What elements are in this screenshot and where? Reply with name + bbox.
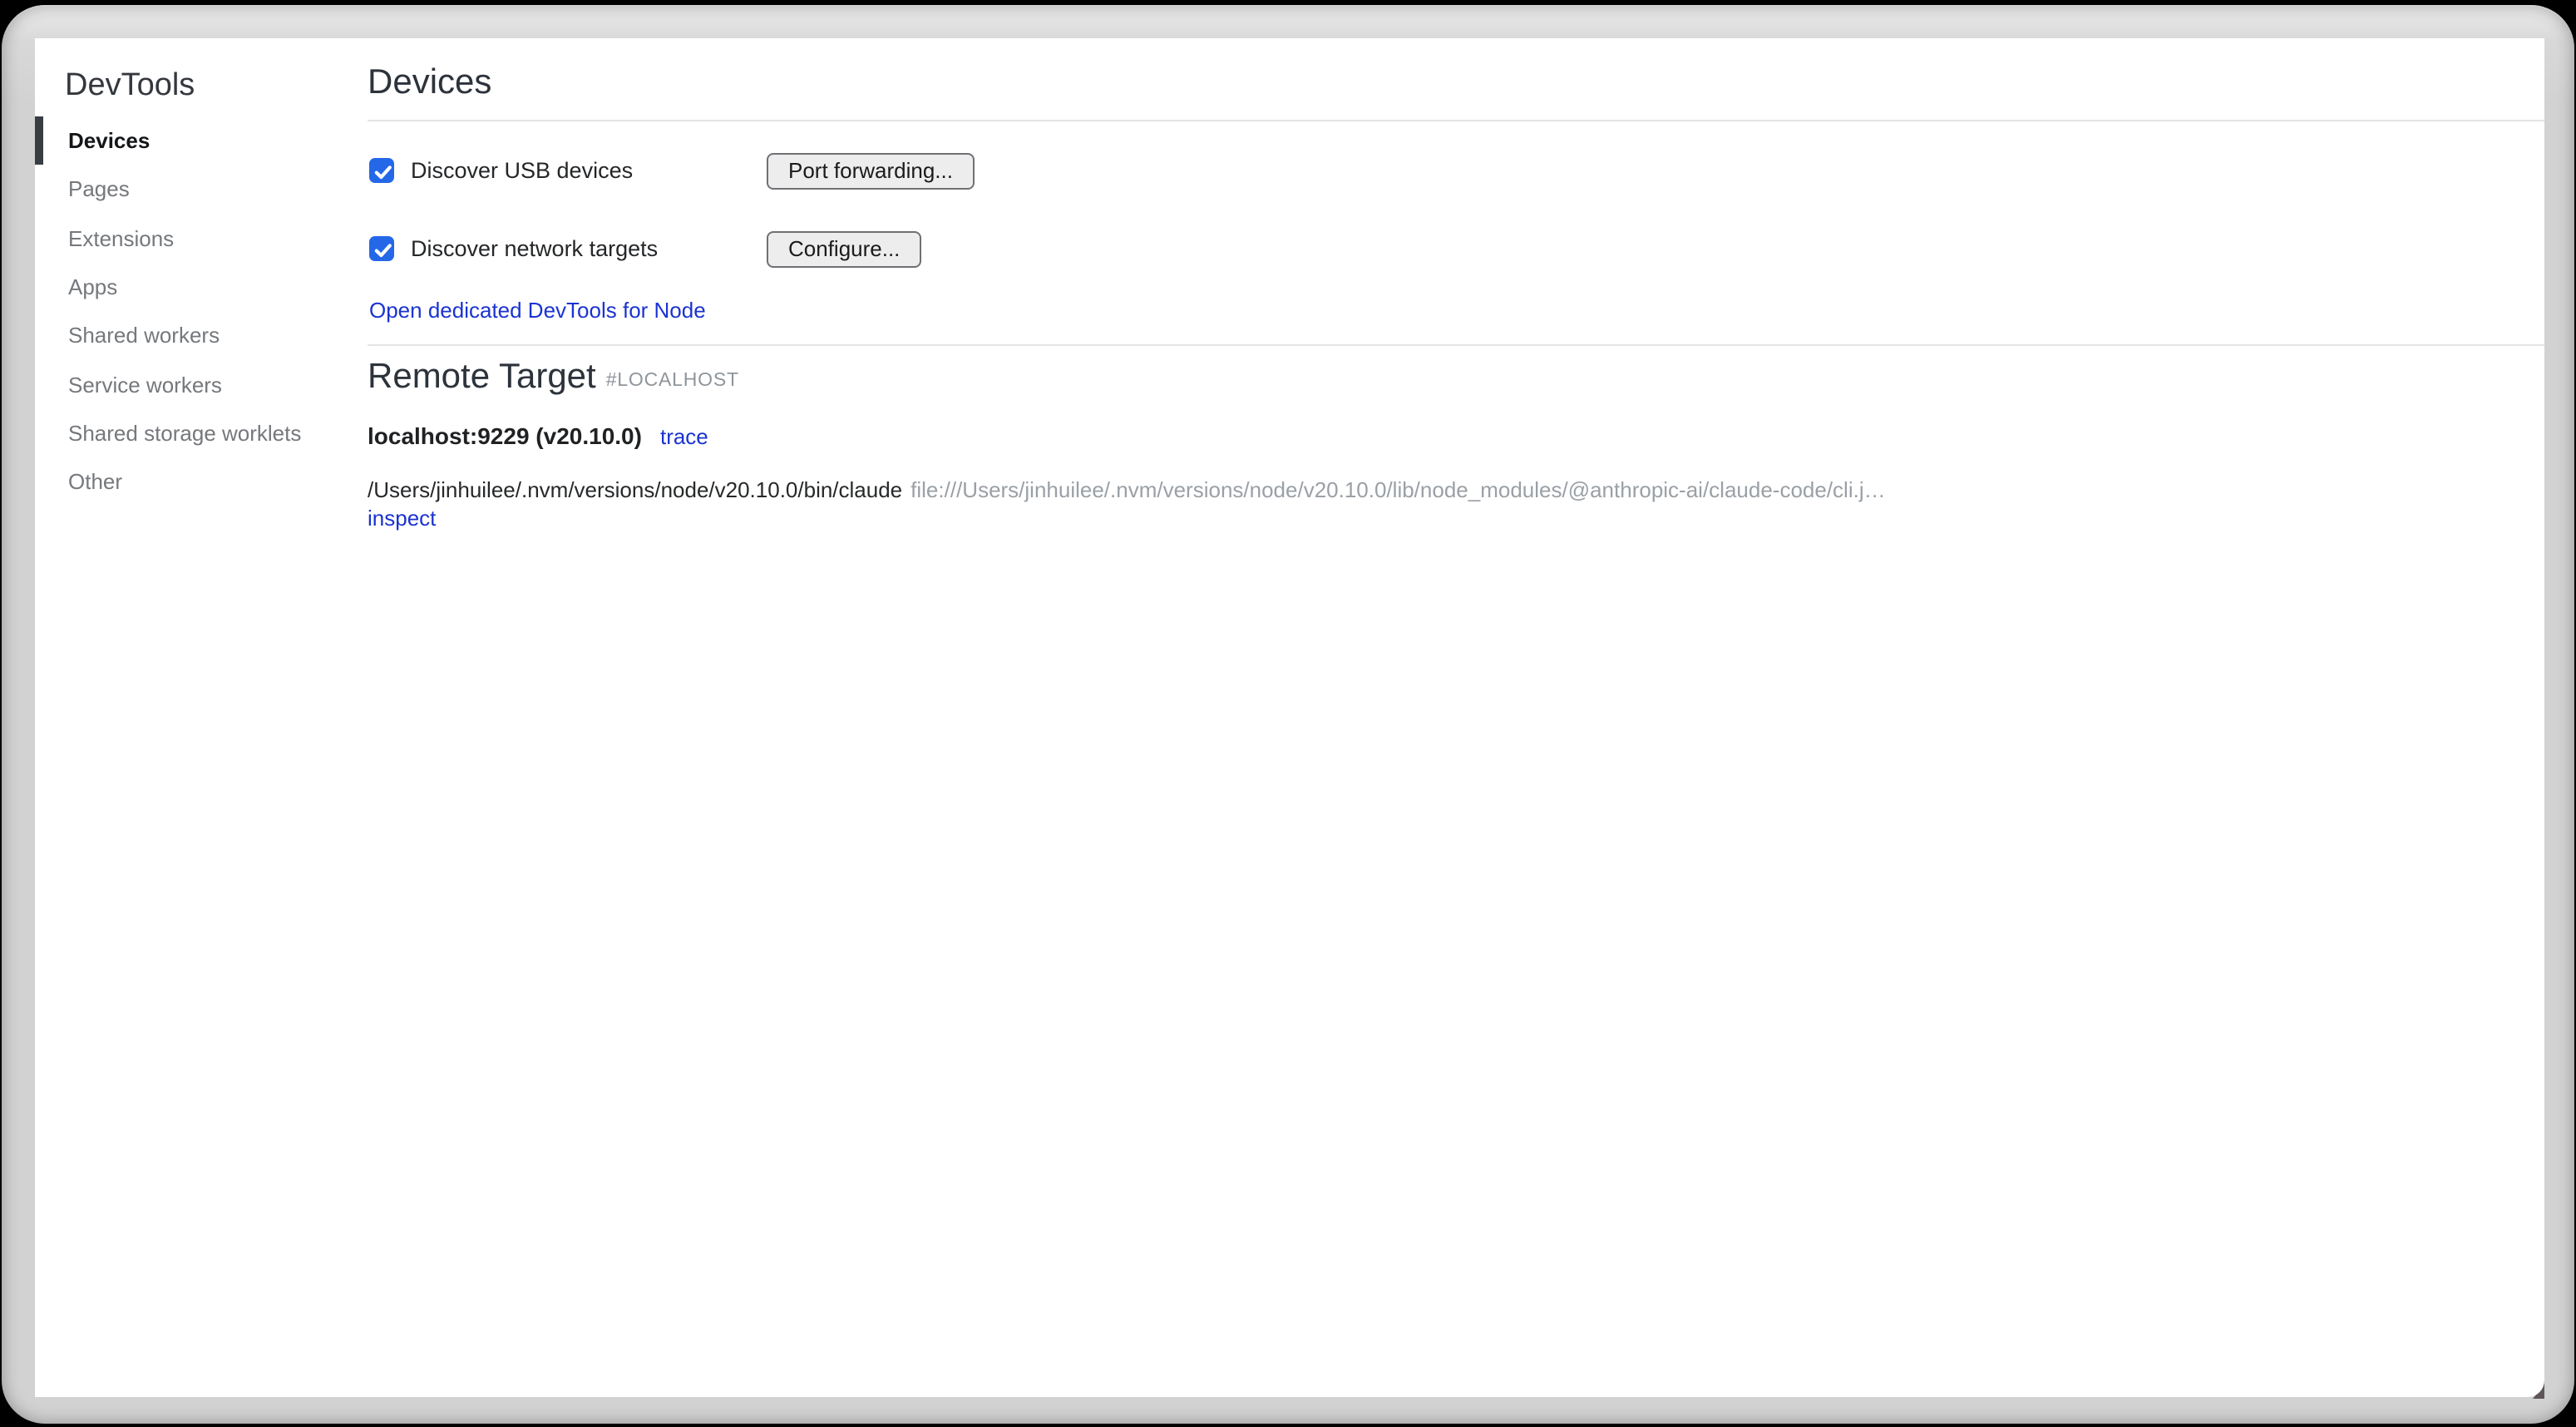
- sidebar: DevTools Devices Pages Extensions: [35, 38, 368, 1397]
- sidebar-nav: Devices Pages Extensions Apps: [35, 116, 368, 507]
- inspect-devices-page: DevTools Devices Pages Extensions: [35, 38, 2544, 1397]
- sidebar-item-devices[interactable]: Devices: [35, 116, 368, 165]
- target-name: localhost:9229 (v20.10.0): [368, 422, 642, 449]
- checkmark-icon: [371, 237, 396, 262]
- port-forwarding-button[interactable]: Port forwarding...: [767, 152, 975, 189]
- checkmark-icon: [371, 159, 396, 184]
- open-node-devtools-link[interactable]: Open dedicated DevTools for Node: [369, 298, 706, 323]
- discover-usb-label: Discover USB devices: [411, 157, 633, 182]
- discover-network-label: Discover network targets: [411, 235, 658, 260]
- sidebar-item-apps[interactable]: Apps: [35, 263, 368, 312]
- sidebar-item-pages[interactable]: Pages: [35, 165, 368, 215]
- macos-window-frame: DevTools Devices Pages Extensions: [2, 5, 2574, 1424]
- sidebar-item-extensions[interactable]: Extensions: [35, 214, 368, 263]
- remote-target-heading: Remote Target #LOCALHOST: [368, 356, 739, 404]
- inspect-row: inspect: [368, 506, 436, 531]
- discover-usb-checkbox[interactable]: [369, 157, 394, 182]
- remote-target-title: Remote Target: [368, 358, 596, 396]
- divider: [368, 344, 2544, 346]
- trace-link[interactable]: trace: [660, 424, 708, 449]
- divider: [368, 120, 2544, 121]
- devices-heading: Devices: [368, 62, 491, 105]
- devtools-title: DevTools: [65, 65, 195, 108]
- target-process-path: /Users/jinhuilee/.nvm/versions/node/v20.…: [368, 477, 902, 502]
- discover-network-checkbox[interactable]: [369, 235, 394, 260]
- localhost-badge: #LOCALHOST: [606, 371, 739, 391]
- sidebar-item-shared-workers[interactable]: Shared workers: [35, 312, 368, 361]
- sidebar-item-shared-storage-worklets[interactable]: Shared storage worklets: [35, 409, 368, 458]
- configure-button[interactable]: Configure...: [767, 230, 921, 267]
- target-row: localhost:9229 (v20.10.0) trace: [368, 422, 708, 451]
- screenshot-stage: DevTools Devices Pages Extensions: [0, 0, 2576, 1427]
- sidebar-item-service-workers[interactable]: Service workers: [35, 360, 368, 409]
- target-module-url: file:///Users/jinhuilee/.nvm/versions/no…: [910, 477, 1885, 502]
- inspect-link[interactable]: inspect: [368, 506, 436, 531]
- main-content: Devices Discover USB devices Port forwar…: [368, 38, 2544, 1397]
- sidebar-item-other[interactable]: Other: [35, 458, 368, 507]
- selected-indicator-bar: [35, 116, 42, 165]
- target-path-row: /Users/jinhuilee/.nvm/versions/node/v20.…: [368, 477, 1886, 502]
